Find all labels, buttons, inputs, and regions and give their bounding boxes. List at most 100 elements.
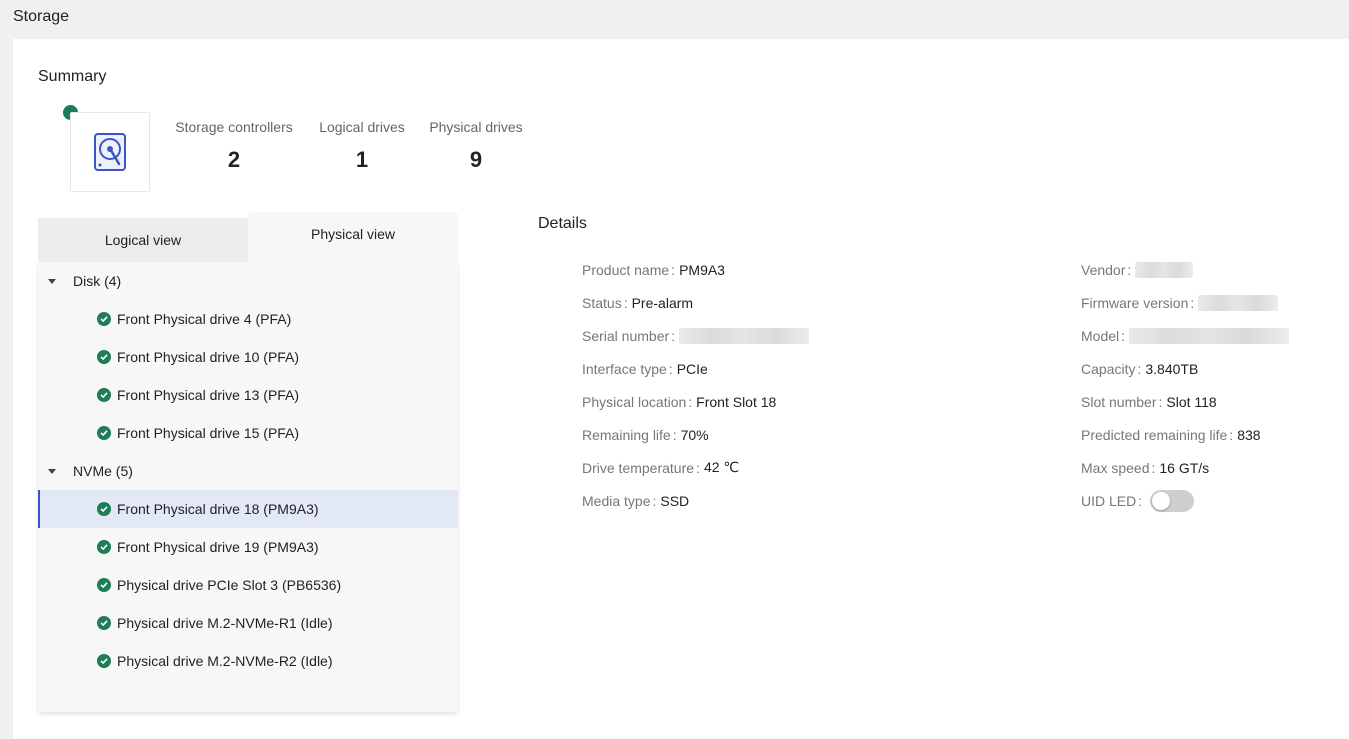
tree-group-label: Disk (4): [73, 273, 122, 289]
tree-item-label: Front Physical drive 13 (PFA): [117, 387, 300, 403]
detail-value: 16 GT/s: [1159, 459, 1210, 476]
caret-down-icon: [48, 468, 56, 474]
uid-led-toggle[interactable]: [1150, 489, 1195, 512]
detail-key: Serial number: [582, 327, 670, 344]
detail-capacity: Capacity: 3.840TB: [1081, 360, 1199, 377]
detail-media-type: Media type: SSD: [582, 492, 690, 509]
tree-group-label: NVMe (5): [73, 463, 133, 479]
tree-group-nvme[interactable]: NVMe (5): [38, 452, 458, 490]
redacted-value: [1135, 261, 1194, 278]
details-left-column: Product name: PM9A3 Status: Pre-alarm Se…: [582, 253, 810, 517]
detail-key: Drive temperature: [582, 459, 695, 476]
check-circle-icon: [97, 426, 111, 440]
detail-key: Firmware version: [1081, 294, 1189, 311]
detail-key: Capacity: [1081, 360, 1136, 377]
stat-value: 9: [469, 147, 483, 172]
detail-key: Max speed: [1081, 459, 1150, 476]
detail-slot-number: Slot number: Slot 118: [1081, 393, 1217, 410]
detail-serial-number: Serial number:: [582, 319, 810, 352]
caret-down-icon: [48, 278, 56, 284]
hard-disk-icon: [70, 112, 150, 192]
tree-item[interactable]: Physical drive M.2-NVMe-R1 (Idle): [38, 604, 458, 642]
detail-value: 70%: [680, 426, 709, 443]
detail-product-name: Product name: PM9A3: [582, 261, 725, 278]
stat-physical-drives: Physical drives 9: [427, 119, 525, 173]
tree-item-selected[interactable]: Front Physical drive 18 (PM9A3): [38, 490, 458, 528]
details-right-column: Vendor: Firmware version: Model: Capacit…: [1081, 253, 1290, 517]
redacted-value: [1198, 294, 1279, 311]
page-title: Storage: [13, 8, 70, 25]
tree-item[interactable]: Physical drive PCIe Slot 3 (PB6536): [38, 566, 458, 604]
check-circle-icon: [97, 540, 111, 554]
stat-label: Physical drives: [429, 119, 523, 135]
check-circle-icon: [97, 654, 111, 668]
redacted-value: [679, 327, 810, 344]
drive-tree: Disk (4) Front Physical drive 4 (PFA) Fr…: [38, 262, 458, 712]
tree-item-label: Physical drive M.2-NVMe-R1 (Idle): [117, 615, 333, 631]
detail-predicted-remaining-life: Predicted remaining life: 838: [1081, 426, 1261, 443]
tree-item[interactable]: Front Physical drive 19 (PM9A3): [38, 528, 458, 566]
detail-key: UID LED: [1081, 492, 1137, 509]
stat-logical-drives: Logical drives 1: [315, 119, 409, 173]
check-circle-icon: [97, 502, 111, 516]
detail-key: Physical location: [582, 393, 687, 410]
detail-value: Front Slot 18: [696, 393, 777, 410]
detail-remaining-life: Remaining life: 70%: [582, 426, 709, 443]
detail-value: SSD: [660, 492, 690, 509]
detail-value: PM9A3: [679, 261, 725, 278]
stat-storage-controllers: Storage controllers 2: [170, 119, 298, 173]
tree-item[interactable]: Front Physical drive 4 (PFA): [38, 300, 458, 338]
tree-group-disk[interactable]: Disk (4): [38, 262, 458, 300]
details-title: Details: [538, 215, 587, 232]
check-circle-icon: [97, 578, 111, 592]
detail-physical-location: Physical location: Front Slot 18: [582, 393, 777, 410]
stat-value: 2: [227, 147, 241, 172]
tree-item-label: Physical drive PCIe Slot 3 (PB6536): [117, 577, 342, 593]
detail-value: Pre-alarm: [631, 294, 694, 311]
tree-item-label: Front Physical drive 19 (PM9A3): [117, 539, 319, 555]
detail-key: Interface type: [582, 360, 667, 377]
detail-model: Model:: [1081, 319, 1290, 352]
tree-item-label: Front Physical drive 18 (PM9A3): [117, 501, 319, 517]
tree-item-label: Front Physical drive 10 (PFA): [117, 349, 300, 365]
tab-logical-view[interactable]: Logical view: [38, 218, 248, 262]
tree-item-label: Physical drive M.2-NVMe-R2 (Idle): [117, 653, 333, 669]
tree-item-label: Front Physical drive 15 (PFA): [117, 425, 300, 441]
detail-value: 42 ℃: [703, 459, 740, 475]
check-circle-icon: [97, 388, 111, 402]
stat-label: Logical drives: [319, 119, 405, 135]
detail-key: Vendor: [1081, 261, 1126, 278]
redacted-value: [1129, 327, 1290, 344]
tree-item[interactable]: Front Physical drive 13 (PFA): [38, 376, 458, 414]
tree-item[interactable]: Front Physical drive 15 (PFA): [38, 414, 458, 452]
tree-item-label: Front Physical drive 4 (PFA): [117, 311, 292, 327]
detail-value: 3.840TB: [1145, 360, 1199, 377]
detail-value: PCIe: [676, 360, 708, 377]
view-tabs: Logical view Physical view: [38, 212, 458, 262]
tab-physical-view[interactable]: Physical view: [248, 212, 458, 262]
detail-uid-led: UID LED:: [1081, 484, 1289, 517]
stat-value: 1: [355, 147, 369, 172]
detail-key: Product name: [582, 261, 670, 278]
detail-key: Model: [1081, 327, 1120, 344]
detail-drive-temperature: Drive temperature: 42 ℃: [582, 459, 740, 476]
detail-max-speed: Max speed: 16 GT/s: [1081, 459, 1210, 476]
detail-status: Status: Pre-alarm: [582, 294, 694, 311]
detail-key: Predicted remaining life: [1081, 426, 1228, 443]
detail-interface-type: Interface type: PCIe: [582, 360, 708, 377]
detail-key: Status: [582, 294, 622, 311]
detail-key: Remaining life: [582, 426, 671, 443]
detail-value: Slot 118: [1166, 393, 1217, 410]
detail-key: Slot number: [1081, 393, 1157, 410]
toggle-knob: [1152, 491, 1171, 510]
detail-vendor: Vendor:: [1081, 253, 1289, 286]
summary-title: Summary: [38, 68, 107, 85]
check-circle-icon: [97, 350, 111, 364]
detail-key: Media type: [582, 492, 651, 509]
stat-label: Storage controllers: [175, 119, 293, 135]
tree-item[interactable]: Front Physical drive 10 (PFA): [38, 338, 458, 376]
check-circle-icon: [97, 616, 111, 630]
detail-firmware-version: Firmware version:: [1081, 286, 1289, 319]
detail-value: 838: [1237, 426, 1261, 443]
tree-item[interactable]: Physical drive M.2-NVMe-R2 (Idle): [38, 642, 458, 680]
